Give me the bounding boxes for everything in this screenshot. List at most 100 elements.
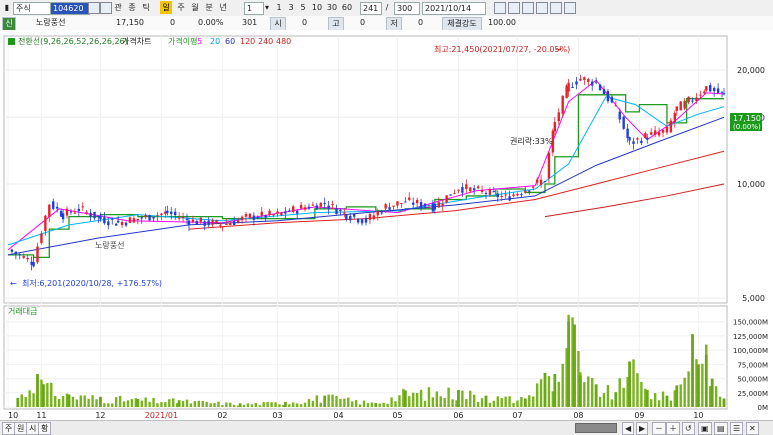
candle-body	[591, 81, 594, 86]
period-year-button[interactable]: 년	[217, 1, 229, 14]
volume-bar	[140, 400, 143, 407]
period-tick-button[interactable]: 틱	[140, 1, 152, 14]
zoom-in-icon[interactable]: ＋	[666, 422, 680, 435]
date-picker[interactable]: 2021/10/14	[422, 2, 486, 15]
export-icon[interactable]: ▣	[698, 422, 712, 435]
volume-bar	[50, 382, 53, 407]
volume-bar	[189, 403, 193, 407]
save-icon[interactable]	[494, 2, 506, 14]
volume-bar	[504, 396, 507, 407]
candle-body	[539, 179, 543, 185]
count-total-field[interactable]: 300	[394, 2, 420, 15]
volume-bar	[148, 401, 151, 407]
period-day-button[interactable]: 일	[160, 1, 172, 14]
volume-bar	[427, 387, 431, 407]
volume-bar	[661, 391, 665, 407]
interval-spin-icon[interactable]: ▾	[263, 1, 271, 14]
candle-body	[524, 190, 527, 193]
candle-body	[622, 116, 625, 129]
candle-body	[716, 88, 720, 93]
candle-body	[10, 249, 14, 252]
volume-bar	[193, 401, 197, 407]
volume-bar	[144, 397, 147, 407]
volume-bar	[126, 400, 130, 407]
candle-body	[40, 233, 43, 244]
volume-bar-peak	[710, 378, 714, 407]
dropdown-icon[interactable]	[88, 2, 100, 14]
high-label: 고	[328, 17, 344, 31]
options-icon[interactable]: ☰	[730, 422, 744, 435]
tool-icon[interactable]	[536, 2, 548, 14]
period-minute-button[interactable]: 분	[203, 1, 215, 14]
volume-bar-peak	[42, 384, 45, 407]
candle-body	[412, 202, 415, 205]
volume-bar	[394, 401, 397, 407]
quick-30-button[interactable]: 30	[326, 1, 338, 14]
code-input[interactable]: 104620	[50, 2, 90, 15]
close-icon[interactable]: ✕	[746, 422, 759, 435]
volume-bar	[122, 401, 126, 407]
quick-60-button[interactable]: 60	[341, 1, 353, 14]
candle-body	[437, 202, 440, 208]
price-chart[interactable]: 5,00010,00015,00020,000 0M25,000M50,000M…	[0, 30, 773, 420]
candle-body	[260, 211, 263, 216]
candle-body	[187, 220, 191, 226]
related-button[interactable]: 관	[112, 1, 124, 14]
quick-3-button[interactable]: 3	[287, 1, 295, 14]
interval-input[interactable]: 1	[244, 2, 264, 15]
grid-icon[interactable]	[550, 2, 562, 14]
candle-body	[500, 196, 503, 198]
scrollbar-thumb[interactable]	[575, 423, 617, 433]
volume-bar	[217, 401, 220, 407]
compare-button[interactable]: 종	[126, 1, 138, 14]
legend-ma20: 20	[210, 37, 220, 46]
market-select[interactable]: 주식	[13, 2, 52, 15]
candle-body	[618, 111, 621, 120]
volume-bar-peak	[628, 361, 631, 407]
candle-body	[160, 213, 163, 216]
candle-body	[93, 211, 96, 219]
bottom-bar: 주 원 시 황 ◀ ▶ － ＋ ↺ ▣ ▤ ☰ ✕	[0, 420, 773, 435]
quick-1-button[interactable]: 1	[275, 1, 283, 14]
candle-body	[484, 192, 488, 194]
volume-bar	[303, 402, 307, 407]
candle-body	[687, 96, 690, 103]
volume-bar-peak	[403, 391, 407, 407]
period-week-button[interactable]: 주	[175, 1, 187, 14]
volume-bar-peak	[99, 396, 102, 407]
menu-icon[interactable]: ▮	[2, 1, 12, 14]
candle-body	[356, 218, 360, 223]
volume-bar	[366, 403, 370, 407]
bottom-btn-4[interactable]: 황	[38, 422, 52, 435]
settings-icon[interactable]	[564, 2, 576, 14]
scroll-right-icon[interactable]: ▶	[636, 422, 649, 435]
period-month-button[interactable]: 월	[189, 1, 201, 14]
volume-bar-peak	[645, 389, 649, 407]
candle-body	[606, 90, 610, 102]
candle-body	[55, 206, 59, 209]
zoom-icon[interactable]	[522, 2, 534, 14]
candle-body	[26, 257, 29, 260]
search-icon[interactable]	[100, 2, 112, 14]
volume-bar-peak	[283, 401, 287, 407]
print-icon[interactable]	[508, 2, 520, 14]
candle-body	[415, 199, 419, 204]
volume-bar	[622, 387, 625, 407]
candle-body	[669, 120, 673, 133]
volume-tick-label: 50,000M	[737, 376, 768, 384]
candle-body	[646, 137, 649, 140]
layout-icon[interactable]: ▤	[714, 422, 728, 435]
count-input[interactable]: 241	[360, 2, 382, 15]
volume-bar	[583, 382, 586, 407]
volume-bar	[118, 395, 122, 407]
volume-bar	[152, 397, 155, 407]
candle-body	[185, 218, 189, 220]
candle-body	[496, 193, 499, 198]
scroll-left-icon[interactable]: ◀	[622, 422, 635, 435]
quick-10-button[interactable]: 10	[311, 1, 323, 14]
zoom-out-icon[interactable]: －	[652, 422, 666, 435]
reset-icon[interactable]: ↺	[682, 422, 695, 435]
quick-5-button[interactable]: 5	[299, 1, 307, 14]
candle-body	[120, 221, 124, 225]
candle-body	[453, 193, 456, 195]
